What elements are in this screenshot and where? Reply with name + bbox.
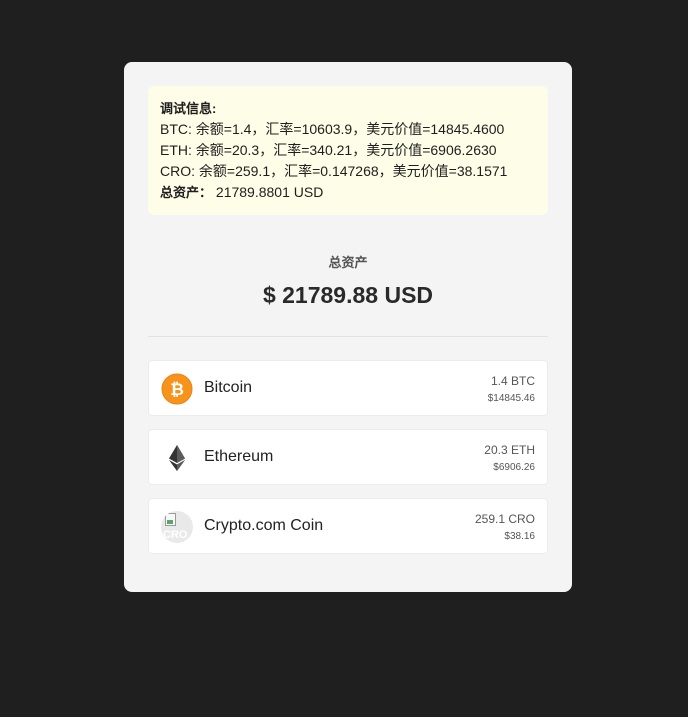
asset-name: Crypto.com Coin xyxy=(204,517,324,534)
debug-title: 调试信息: xyxy=(160,101,217,116)
asset-usd-value: $38.16 xyxy=(504,531,535,542)
total-assets-value: $ 21789.88 USD xyxy=(262,282,434,308)
asset-usd-value: $6906.26 xyxy=(493,462,535,473)
divider xyxy=(148,336,548,337)
asset-item-crypto-com-coin[interactable]: CRO Crypto.com Coin 259.1 CRO $38.16 xyxy=(148,498,548,554)
debug-total-label: 总资产： xyxy=(160,185,213,200)
asset-name: Ethereum xyxy=(204,448,274,465)
debug-total-value: 21789.8801 USD xyxy=(215,184,324,200)
bitcoin-icon: ₿ xyxy=(161,373,193,405)
asset-item-bitcoin[interactable]: ₿ Bitcoin 1.4 BTC $14845.46 xyxy=(148,360,548,416)
total-assets-label: 总资产 xyxy=(328,255,368,270)
wallet-card: 调试信息: BTC: 余额=1.4，汇率=10603.9，美元价值=14845.… xyxy=(124,62,572,592)
debug-line-eth: ETH: 余额=20.3，汇率=340.21，美元价值=6906.2630 xyxy=(160,142,497,158)
asset-amount: 259.1 CRO xyxy=(474,512,535,526)
debug-panel: 调试信息: BTC: 余额=1.4，汇率=10603.9，美元价值=14845.… xyxy=(148,86,548,215)
ethereum-icon xyxy=(162,443,192,473)
broken-image-icon: CRO xyxy=(161,511,193,543)
debug-line-cro: CRO: 余额=259.1，汇率=0.147268，美元价值=38.1571 xyxy=(160,163,508,179)
svg-text:₿: ₿ xyxy=(170,380,184,400)
asset-item-ethereum[interactable]: Ethereum 20.3 ETH $6906.26 xyxy=(148,429,548,485)
debug-total: 总资产： 21789.8801 USD xyxy=(160,182,536,203)
image-alt-text: CRO xyxy=(163,529,188,541)
asset-name: Bitcoin xyxy=(204,379,253,396)
asset-usd-value: $14845.46 xyxy=(487,393,535,404)
asset-amount: 1.4 BTC xyxy=(490,374,535,388)
image-placeholder-glyph xyxy=(165,513,176,526)
asset-amount: 20.3 ETH xyxy=(484,443,535,457)
debug-line-btc: BTC: 余额=1.4，汇率=10603.9，美元价值=14845.4600 xyxy=(160,121,505,137)
